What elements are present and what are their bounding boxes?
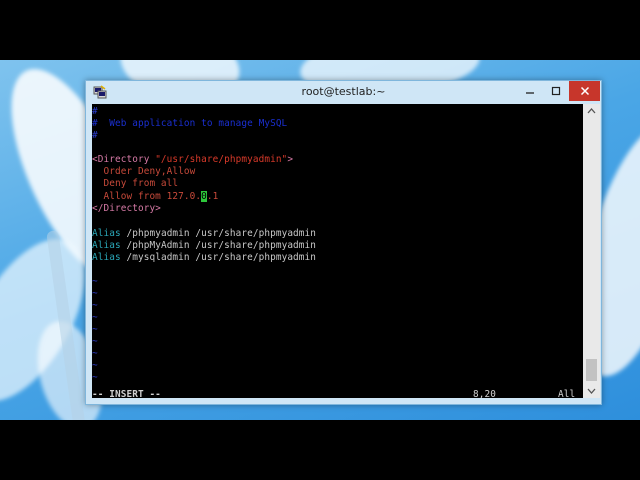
allow-prefix: Allow from 127.0. <box>92 191 202 202</box>
vim-tilde: ~ <box>92 372 98 383</box>
scroll-down-icon <box>587 388 596 394</box>
directory-path: "/usr/share/phpmyadmin" <box>155 154 288 165</box>
alias-line: Alias /phpMyAdmin /usr/share/phpmyadmin <box>92 240 316 252</box>
alias-keyword: Alias <box>92 252 121 263</box>
scroll-indicator: All <box>558 389 576 398</box>
vim-tilde: ~ <box>92 360 98 371</box>
cursor-position: 8,20 <box>473 389 496 398</box>
scrollbar-thumb[interactable] <box>586 359 597 381</box>
maximize-icon <box>551 86 561 96</box>
terminal-screen[interactable]: # # Web application to manage MySQL # <D… <box>92 104 583 398</box>
vim-tilde: ~ <box>92 288 98 299</box>
order-directive-line: Order Deny,Allow <box>92 166 196 177</box>
maximize-button[interactable] <box>543 81 569 101</box>
vertical-scrollbar[interactable] <box>583 104 600 398</box>
alias-keyword: Alias <box>92 240 121 251</box>
scroll-down-button[interactable] <box>583 383 600 398</box>
empty-line-marker: # <box>92 130 98 141</box>
directory-open-end: > <box>287 154 294 165</box>
vim-tilde: ~ <box>92 324 98 335</box>
vim-tilde: ~ <box>92 276 98 287</box>
allow-directive-line: Allow from 127.0.0.1 <box>92 191 218 203</box>
scroll-up-button[interactable] <box>583 104 600 119</box>
alias-line: Alias /phpmyadmin /usr/share/phpmyadmin <box>92 228 316 240</box>
directory-close-line: </Directory> <box>92 203 161 214</box>
minimize-button[interactable] <box>517 81 543 101</box>
allow-suffix: .1 <box>206 191 219 202</box>
alias-args: /phpMyAdmin /usr/share/phpmyadmin <box>120 240 317 251</box>
vim-tilde: ~ <box>92 312 98 323</box>
directory-open-tag: <Directory <box>92 154 156 165</box>
alias-keyword: Alias <box>92 228 121 239</box>
close-button[interactable] <box>569 81 600 101</box>
scroll-up-icon <box>587 108 596 114</box>
vim-tilde: ~ <box>92 300 98 311</box>
empty-line-marker: # <box>92 106 98 117</box>
title-bar[interactable]: root@testlab:~ <box>86 81 601 103</box>
alias-line: Alias /mysqladmin /usr/share/phpmyadmin <box>92 252 316 264</box>
close-icon <box>580 86 589 96</box>
vim-tilde: ~ <box>92 336 98 347</box>
directory-open-line: <Directory "/usr/share/phpmyadmin"> <box>92 154 293 166</box>
vim-mode-indicator: -- INSERT -- <box>92 389 161 398</box>
minimize-icon <box>526 92 534 94</box>
alias-args: /phpmyadmin /usr/share/phpmyadmin <box>120 228 317 239</box>
terminal-window[interactable]: root@testlab:~ # # Web application to ma… <box>85 80 602 405</box>
vim-tilde: ~ <box>92 348 98 359</box>
alias-args: /mysqladmin /usr/share/phpmyadmin <box>120 252 317 263</box>
comment-line: # Web application to manage MySQL <box>92 118 288 129</box>
deny-directive-line: Deny from all <box>92 178 179 189</box>
